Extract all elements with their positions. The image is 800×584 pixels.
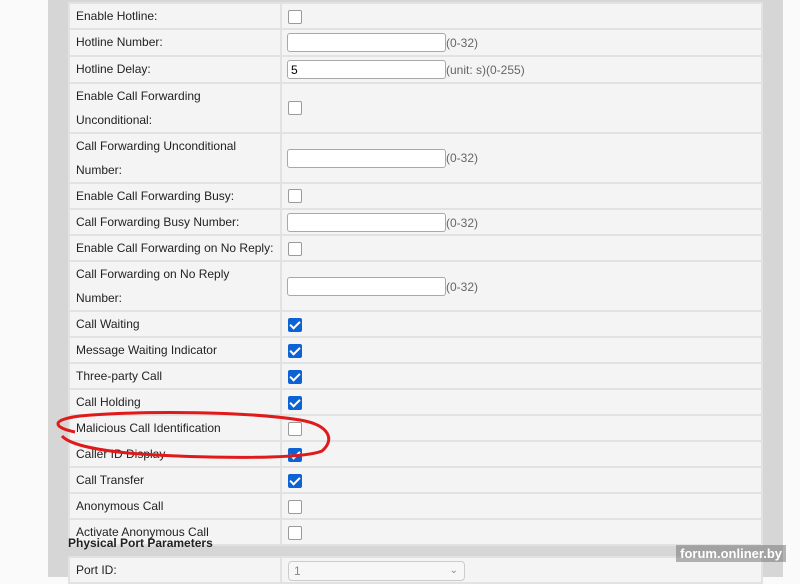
field-value <box>280 414 763 443</box>
section-title: Physical Port Parameters <box>68 536 213 550</box>
port-id-label: Port ID: <box>68 556 282 584</box>
text-input[interactable] <box>287 212 446 232</box>
field-value <box>280 181 763 210</box>
table-row: Enable Call Forwarding Busy: <box>68 181 763 210</box>
field-label: Anonymous Call <box>68 492 282 521</box>
checkbox[interactable] <box>288 344 302 359</box>
table-row: Call Forwarding Busy Number: (0-32) <box>68 207 763 237</box>
field-label: Enable Call Forwarding Busy: <box>68 181 282 210</box>
table-row: Three-party Call <box>68 362 763 391</box>
field-value: (0-32) <box>280 207 763 237</box>
text-input[interactable] <box>287 277 446 297</box>
table-row: Message Waiting Indicator <box>68 336 763 365</box>
field-label: Call Waiting <box>68 310 282 339</box>
checkbox[interactable] <box>288 422 302 437</box>
table-row: Call Forwarding on No Reply Number: (0-32… <box>68 260 763 313</box>
chevron-down-icon: ⌄ <box>449 564 458 576</box>
field-label: Call Forwarding on No Reply Number: <box>68 260 282 313</box>
range-hint: (0-32) <box>446 35 479 50</box>
field-value <box>280 388 763 417</box>
field-value <box>280 492 763 521</box>
table-row: Call Waiting <box>68 310 763 339</box>
range-hint: (0-32) <box>446 151 479 166</box>
field-label: Three-party Call <box>68 362 282 391</box>
table-row: Hotline Delay: (unit: s)(0-255) <box>68 54 763 84</box>
field-label: Call Transfer <box>68 466 282 495</box>
table-row: Anonymous Call <box>68 492 763 521</box>
checkbox[interactable] <box>288 189 302 204</box>
port-id-value: 1 <box>294 563 301 578</box>
watermark: forum.onliner.by <box>676 545 786 562</box>
field-value <box>280 2 763 30</box>
table-row: Hotline Number: (0-32) <box>68 28 763 57</box>
field-label: Caller ID Display <box>68 440 282 469</box>
range-hint: (0-32) <box>446 279 479 294</box>
field-label: Hotline Number: <box>68 28 282 57</box>
range-hint: (unit: s)(0-255) <box>446 62 525 77</box>
table-row: Call Transfer <box>68 466 763 495</box>
table-row: Enable Call Forwarding on No Reply: <box>68 234 763 263</box>
field-value <box>280 310 763 339</box>
table-row: Malicious Call Identification <box>68 414 763 443</box>
checkbox[interactable] <box>288 396 302 411</box>
port-id-select[interactable]: 1 ⌄ <box>288 560 465 581</box>
field-value <box>280 336 763 365</box>
field-label: Call Forwarding Unconditional Number: <box>68 131 282 184</box>
field-label: Message Waiting Indicator <box>68 336 282 365</box>
text-input[interactable] <box>287 60 446 80</box>
field-label: Malicious Call Identification <box>68 414 282 443</box>
field-label: Hotline Delay: <box>68 54 282 84</box>
checkbox[interactable] <box>288 474 302 489</box>
field-value: (0-32) <box>280 28 763 57</box>
field-value <box>280 466 763 495</box>
field-value <box>280 234 763 263</box>
field-label: Enable Call Forwarding on No Reply: <box>68 234 282 263</box>
table-row: Enable Call Forwarding Unconditional: <box>68 81 763 134</box>
checkbox[interactable] <box>288 500 302 515</box>
field-value <box>280 440 763 469</box>
checkbox[interactable] <box>288 101 302 116</box>
field-value: (0-32) <box>280 260 763 313</box>
field-label: Call Holding <box>68 388 282 417</box>
table-row: Call Forwarding Unconditional Number: (0-… <box>68 131 763 184</box>
text-input[interactable] <box>287 148 446 168</box>
checkbox[interactable] <box>288 370 302 385</box>
field-value <box>280 362 763 391</box>
field-value <box>280 81 763 134</box>
field-label: Enable Hotline: <box>68 2 282 30</box>
checkbox[interactable] <box>288 318 302 333</box>
table-row: Enable Hotline: <box>68 2 763 30</box>
field-value: (unit: s)(0-255) <box>280 54 763 84</box>
field-label: Call Forwarding Busy Number: <box>68 207 282 237</box>
table-row: Call Holding <box>68 388 763 417</box>
port-table: Port ID: 1 ⌄ <box>68 556 763 584</box>
field-label: Enable Call Forwarding Unconditional: <box>68 81 282 134</box>
field-value <box>280 518 763 547</box>
settings-form: Enable Hotline: Hotline Number: (0-32) Hotl… <box>68 0 763 547</box>
table-row: Caller ID Display <box>68 440 763 469</box>
range-hint: (0-32) <box>446 215 479 230</box>
text-input[interactable] <box>287 33 446 53</box>
checkbox[interactable] <box>288 526 302 541</box>
checkbox[interactable] <box>288 448 302 463</box>
checkbox[interactable] <box>288 242 302 257</box>
field-value: (0-32) <box>280 131 763 184</box>
checkbox[interactable] <box>288 9 302 24</box>
